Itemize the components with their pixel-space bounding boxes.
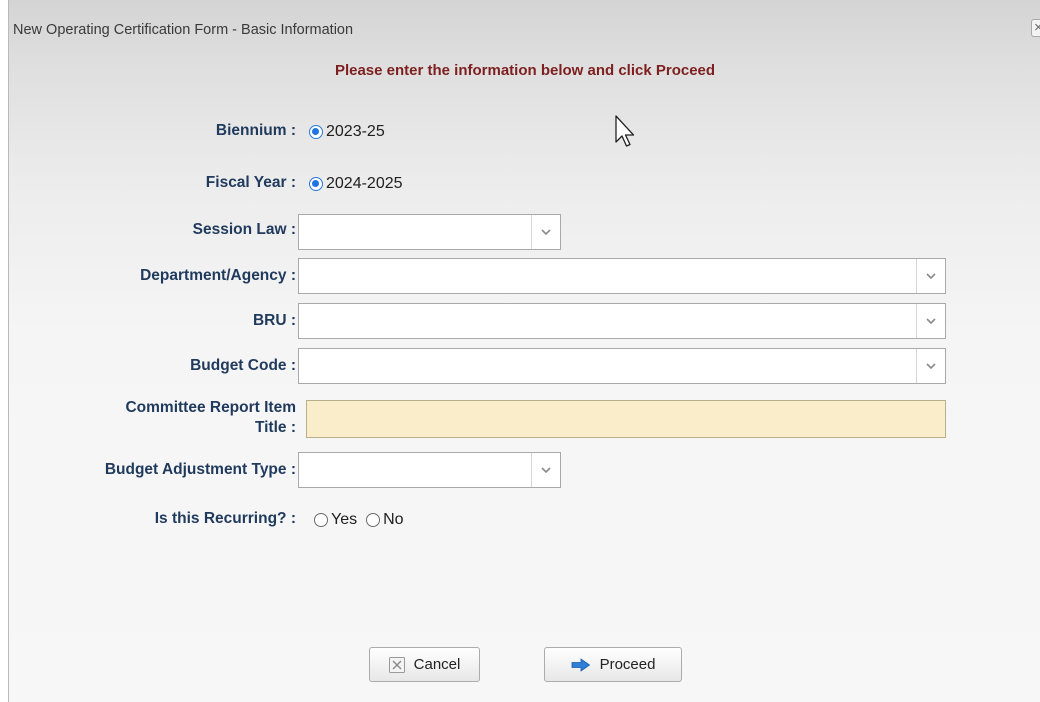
mouse-pointer-icon [615,115,637,151]
biennium-label: Biennium : [215,122,296,139]
close-icon[interactable]: × [1031,19,1040,37]
fiscal-year-radio-2024-2025[interactable] [309,177,323,191]
department-agency-select[interactable] [298,258,946,294]
chevron-down-icon[interactable] [916,349,945,383]
cancel-button[interactable]: Cancel [369,647,480,682]
fiscal-year-label: Fiscal Year : [205,174,296,191]
budget-code-label: Budget Code : [190,357,296,374]
cancel-button-label: Cancel [413,656,461,673]
proceed-button[interactable]: Proceed [544,647,682,682]
bru-select[interactable] [298,303,946,339]
recurring-radio-group: Yes No [314,511,413,529]
recurring-radio-no[interactable] [366,513,381,527]
department-agency-label: Department/Agency : [140,267,296,284]
proceed-button-label: Proceed [599,656,656,673]
budget-adjustment-type-select[interactable] [298,452,561,488]
chevron-down-icon[interactable] [531,215,560,249]
committee-report-item-title-label-line2: Title : [254,419,296,436]
budget-code-select[interactable] [298,348,946,384]
biennium-radio-2023-25[interactable] [309,125,323,139]
biennium-option-label: 2023-25 [326,123,385,140]
committee-report-item-title-label: Committee Report Item Title : [125,398,296,438]
x-box-icon [388,656,405,673]
bru-label: BRU : [252,312,296,329]
recurring-radio-yes[interactable] [314,513,328,527]
fiscal-year-radio-group: 2024-2025 [309,175,412,193]
budget-adjustment-type-label: Budget Adjustment Type : [104,461,296,478]
biennium-radio-group: 2023-25 [309,123,394,141]
chevron-down-icon[interactable] [916,259,945,293]
committee-report-item-title-input[interactable] [306,400,946,438]
session-law-label: Session Law : [192,221,296,238]
dialog-title: New Operating Certification Form - Basic… [13,22,354,38]
recurring-option-yes-label: Yes [331,511,358,528]
session-law-select[interactable] [298,214,561,250]
fiscal-year-option-label: 2024-2025 [326,175,403,192]
recurring-option-no-label: No [383,511,404,528]
committee-report-item-title-label-line1: Committee Report Item [125,399,296,416]
arrow-right-icon [571,657,591,672]
chevron-down-icon[interactable] [531,453,560,487]
recurring-label: Is this Recurring? : [154,510,296,527]
instruction-text: Please enter the information below and c… [334,62,716,79]
new-operating-certification-dialog: New Operating Certification Form - Basic… [8,0,1040,702]
chevron-down-icon[interactable] [916,304,945,338]
